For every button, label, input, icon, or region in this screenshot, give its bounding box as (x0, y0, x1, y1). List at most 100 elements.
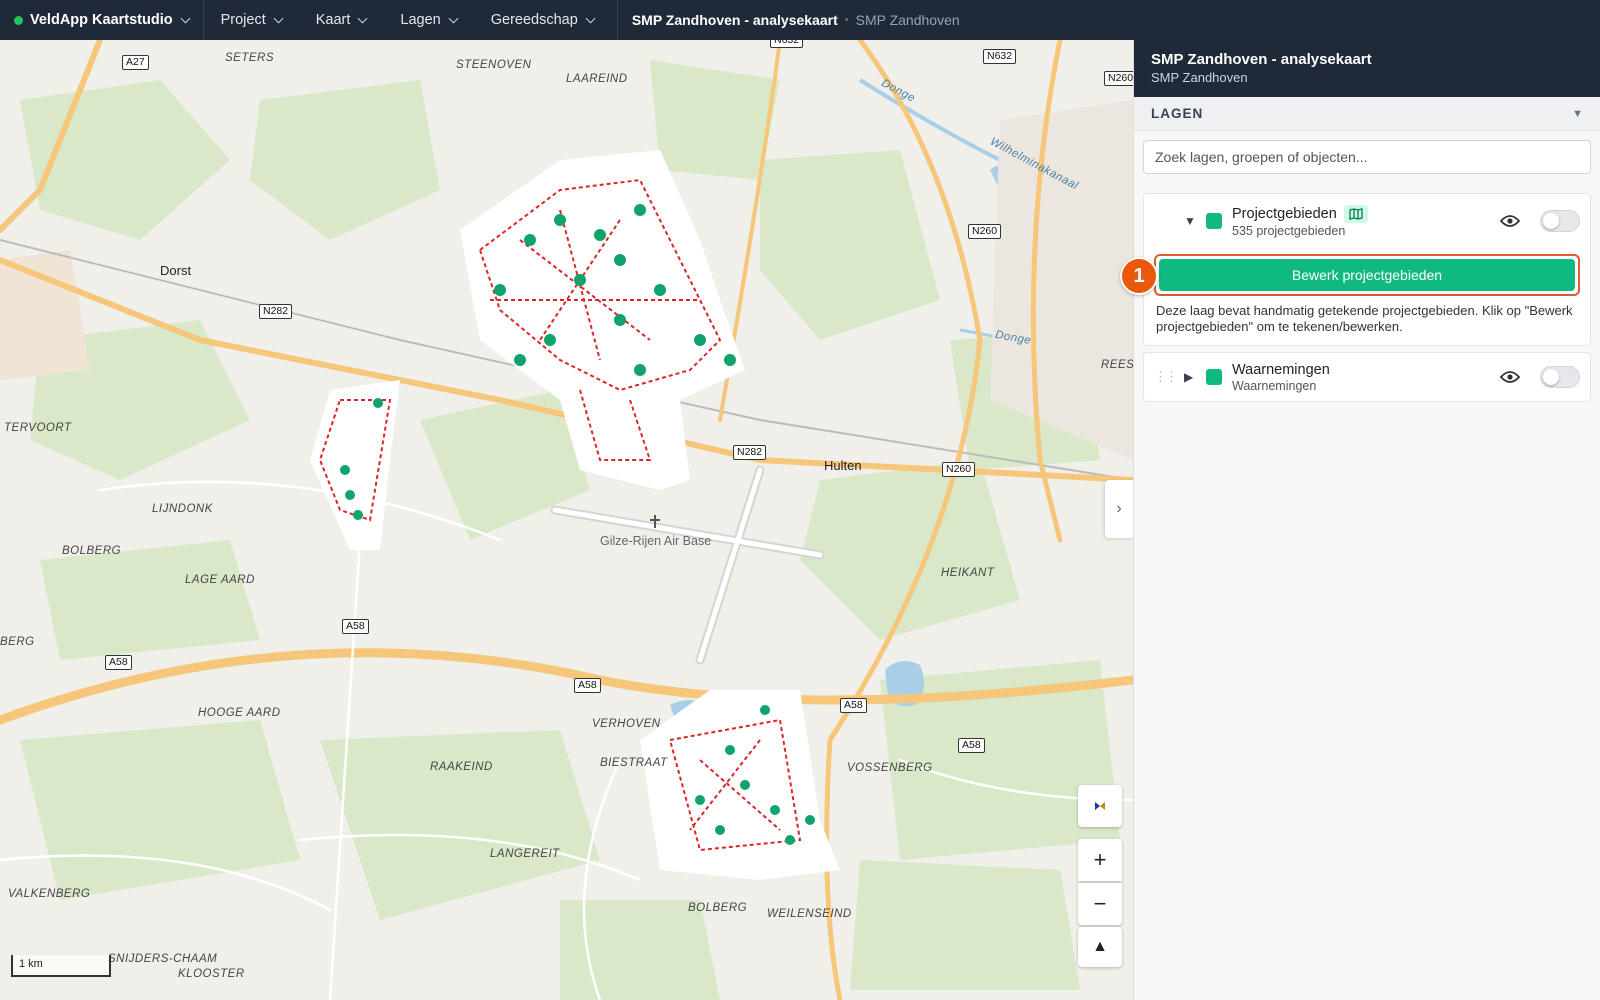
status-dot-icon (14, 15, 23, 25)
scale-bar: 1 km (11, 955, 111, 977)
reset-north-button[interactable]: ▲ (1078, 927, 1122, 967)
map-area-label: LANGEREIT (490, 848, 560, 860)
map-area-label: VOSSENBERG (847, 762, 933, 774)
layers-panel: SMP Zandhoven - analysekaart SMP Zandhov… (1120, 40, 1600, 1000)
map-place-label: Dorst (160, 263, 192, 278)
main-menu: Project Kaart Lagen Gereedschap (204, 0, 618, 40)
menu-project-label: Project (220, 12, 266, 28)
menu-gereedschap[interactable]: Gereedschap (474, 0, 611, 40)
map-area-label: WEILENSEIND (767, 908, 852, 920)
map-area-label: SETERS (225, 52, 275, 64)
menu-kaart-label: Kaart (315, 12, 351, 28)
project-title: SMP Zandhoven - analysekaart (631, 12, 838, 28)
menu-project[interactable]: Project (204, 0, 299, 40)
map-area-label: LAGE AARD (185, 574, 255, 586)
road-shield: A58 (958, 738, 985, 753)
compass-button[interactable] (1078, 785, 1122, 827)
road-shield: N632 (770, 40, 804, 48)
drag-handle-icon[interactable]: ⋮⋮ (1154, 369, 1178, 385)
edit-projectgebieden-button[interactable]: Bewerk projectgebieden (1159, 259, 1575, 291)
layer-card-waarnemingen: ⋮⋮ ▶ Waarnemingen Waarnemingen (1143, 352, 1591, 402)
map-area-label: BERG (0, 636, 35, 648)
layer-color-swatch (1206, 369, 1222, 385)
map-canvas[interactable]: SETERS STEENOVEN LAAREIND Dorst TERVOORT… (0, 40, 1133, 1000)
layer-name-label: Projectgebieden (1232, 205, 1337, 222)
project-subtitle: SMP Zandhoven (855, 12, 960, 28)
layer-search[interactable] (1143, 140, 1591, 174)
map-area-label: LIJNDONK (152, 503, 213, 515)
layers-section-header[interactable]: LAGEN ▼ (1134, 97, 1600, 131)
map-area-label: STEENOVEN (456, 59, 532, 71)
road-shield: N260 (968, 224, 1002, 239)
menu-lagen[interactable]: Lagen (383, 0, 473, 40)
breadcrumb-separator: • (844, 14, 849, 26)
map-area-label: VERHOVEN (592, 718, 661, 730)
road-shield: N260 (942, 462, 976, 477)
map-area-label: BIESTRAAT (600, 757, 668, 769)
menu-kaart[interactable]: Kaart (299, 0, 384, 40)
layers-section-title: LAGEN (1151, 106, 1204, 121)
menu-lagen-label: Lagen (400, 12, 441, 28)
panel-header: SMP Zandhoven - analysekaart SMP Zandhov… (1134, 40, 1600, 97)
chevron-down-icon (180, 13, 191, 23)
map-area-label: KLOOSTER (178, 968, 245, 980)
map-airbase-label: Gilze-Rijen Air Base (600, 534, 712, 548)
north-arrow-icon: ▲ (1092, 938, 1108, 955)
road-shield: N632 (983, 49, 1017, 64)
map-basemap (0, 40, 1133, 1000)
app-root: VeldApp Kaartstudio Project Kaart Lagen … (0, 0, 1600, 1000)
road-shield: A58 (574, 678, 601, 693)
brand-menu[interactable]: VeldApp Kaartstudio (0, 0, 204, 40)
panel-subtitle: SMP Zandhoven (1151, 70, 1248, 85)
plus-icon: + (1093, 847, 1107, 872)
zoom-out-button[interactable]: − (1078, 883, 1122, 925)
layer-text: Waarnemingen Waarnemingen (1232, 362, 1499, 393)
top-menu-bar: VeldApp Kaartstudio Project Kaart Lagen … (0, 0, 1600, 40)
step-badge: 1 (1120, 257, 1158, 295)
map-area-label: LAAREIND (566, 73, 628, 85)
panel-collapse-handle[interactable]: › (1105, 480, 1133, 538)
breadcrumb: SMP Zandhoven - analysekaart • SMP Zandh… (618, 12, 960, 28)
eye-icon[interactable] (1499, 210, 1521, 232)
expand-arrow-icon[interactable]: ▶ (1184, 370, 1198, 384)
layer-row[interactable]: ⋮⋮ ▼ Projectgebieden 535 projectgebieden (1144, 194, 1590, 248)
map-area-label: BOLBERG (62, 545, 122, 557)
map-place-label: Hulten (824, 458, 862, 473)
map-icon (1343, 204, 1368, 223)
chevron-down-icon (585, 13, 596, 23)
layer-card-projectgebieden: ⋮⋮ ▼ Projectgebieden 535 projectgebieden (1120, 193, 1591, 346)
map-area-label: HEIKANT (941, 567, 995, 579)
map-area-label: SNIJDERS-CHAAM (108, 953, 218, 965)
zoom-in-button[interactable]: + (1078, 839, 1122, 881)
layer-count: 535 projectgebieden (1232, 223, 1346, 238)
road-shield: N282 (259, 304, 293, 319)
menu-gereedschap-label: Gereedschap (490, 12, 578, 28)
layer-help-text: Deze laag bevat handmatig getekende proj… (1156, 303, 1573, 334)
layer-name: Waarnemingen (1232, 361, 1330, 378)
map-area-label: BOLBERG (688, 902, 748, 914)
layer-visibility-toggle[interactable] (1540, 366, 1580, 388)
road-shield: A58 (105, 655, 132, 670)
layer-row[interactable]: ⋮⋮ ▶ Waarnemingen Waarnemingen (1144, 353, 1590, 401)
brand-label: VeldApp Kaartstudio (30, 12, 173, 28)
map-area-label: TERVOORT (4, 422, 72, 434)
layer-visibility-toggle[interactable] (1540, 210, 1580, 232)
collapse-triangle-icon: ▼ (1572, 107, 1583, 120)
minus-icon: − (1093, 891, 1107, 916)
map-area-label: HOOGE AARD (198, 707, 281, 719)
layer-color-swatch (1206, 213, 1222, 229)
map-area-label: REESI (1101, 359, 1133, 371)
chevron-down-icon (448, 13, 459, 23)
road-shield: A27 (122, 55, 149, 70)
road-shield: N282 (733, 445, 767, 460)
road-shield: A58 (342, 619, 369, 634)
chevron-down-icon (357, 13, 368, 23)
chevron-right-icon: › (1116, 500, 1122, 517)
layer-text: Projectgebieden 535 projectgebieden (1232, 204, 1499, 238)
road-shield: A58 (840, 698, 867, 713)
chevron-down-icon (273, 13, 284, 23)
layer-search-input[interactable] (1155, 149, 1579, 165)
eye-icon[interactable] (1499, 366, 1521, 388)
collapse-arrow-icon[interactable]: ▼ (1184, 214, 1198, 228)
compass-icon (1095, 802, 1105, 810)
